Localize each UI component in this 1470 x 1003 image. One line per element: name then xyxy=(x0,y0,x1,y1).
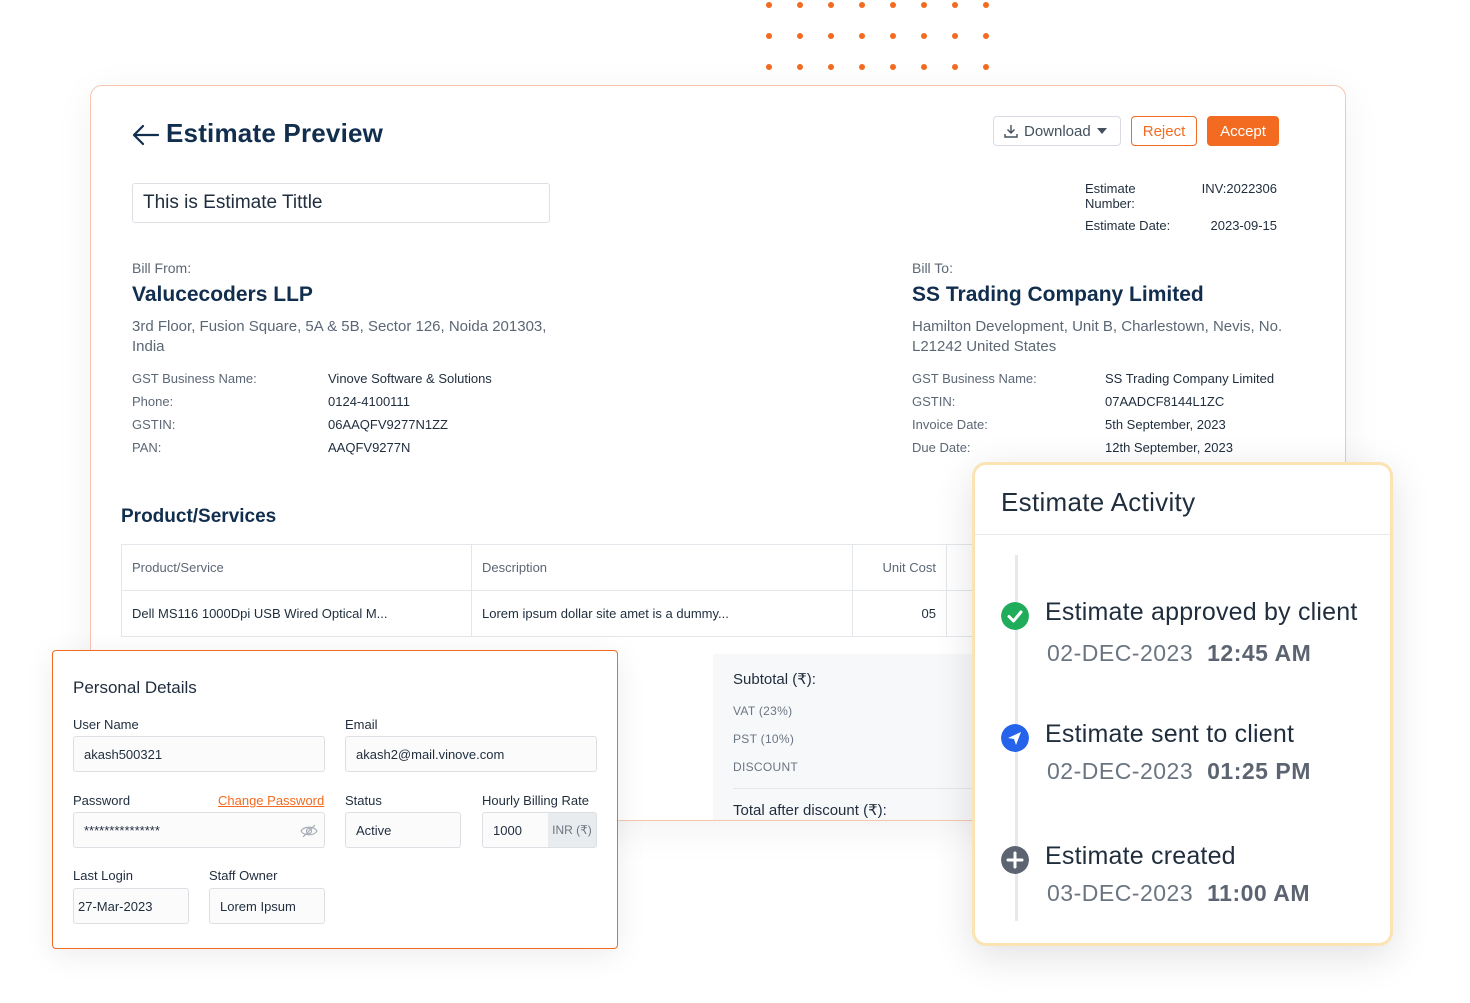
activity-time: 01:25 PM xyxy=(1207,758,1311,784)
estimate-meta: Estimate Number: INV:2022306 Estimate Da… xyxy=(1085,181,1277,240)
estimate-number-label: Estimate Number: xyxy=(1085,181,1136,211)
activity-text: Estimate approved by client xyxy=(1045,598,1358,626)
estimate-activity-card: Estimate Activity Estimate approved by c… xyxy=(972,462,1393,946)
activity-date-value: 02-DEC-2023 xyxy=(1047,640,1194,666)
personal-details-card: Personal Details User Name akash500321 E… xyxy=(52,650,618,949)
total-after-discount-label: Total after discount (₹): xyxy=(733,788,973,819)
staff-owner-field[interactable]: Lorem Ipsum xyxy=(209,888,325,924)
decorative-dot-grid xyxy=(762,0,1002,76)
detail-key: GSTIN: xyxy=(912,394,956,409)
detail-value: SS Trading Company Limited xyxy=(1105,371,1275,386)
bill-to-details: GST Business Name: SS Trading Company Li… xyxy=(912,371,1284,455)
activity-time: 12:45 AM xyxy=(1207,640,1312,666)
currency-addon: INR (₹) xyxy=(548,813,596,847)
password-field[interactable]: *************** xyxy=(73,812,325,848)
last-login-field[interactable]: 27-Mar-2023 xyxy=(73,888,189,924)
email-label: Email xyxy=(345,717,378,732)
estimate-title-field[interactable]: This is Estimate Tittle xyxy=(132,183,550,223)
detail-value: Vinove Software & Solutions xyxy=(328,371,492,386)
detail-key: Due Date: xyxy=(912,440,971,455)
activity-time: 11:00 AM xyxy=(1207,880,1311,906)
table-cell: 05 xyxy=(852,590,947,637)
download-button[interactable]: Download xyxy=(993,116,1121,146)
bill-from-company: Valucecoders LLP xyxy=(132,283,313,306)
detail-value: 0124-4100111 xyxy=(328,394,410,409)
hourly-rate-label: Hourly Billing Rate xyxy=(482,793,589,808)
detail-value: 07AADCF8144L1ZC xyxy=(1105,394,1225,409)
password-label: Password xyxy=(73,793,131,808)
download-label: Download xyxy=(1024,122,1091,140)
back-arrow-icon[interactable] xyxy=(131,120,161,150)
detail-value: 5th September, 2023 xyxy=(1105,417,1226,432)
vat-label: VAT (23%) xyxy=(733,704,793,718)
bill-from-section: Bill From: Valucecoders LLP 3rd Floor, F… xyxy=(132,260,552,455)
table-cell: Dell MS116 1000Dpi USB Wired Optical M..… xyxy=(121,590,472,637)
bill-from-address: 3rd Floor, Fusion Square, 5A & 5B, Secto… xyxy=(132,318,547,355)
password-value: *************** xyxy=(84,822,160,838)
bill-to-section: Bill To: SS Trading Company Limited Hami… xyxy=(912,260,1284,455)
products-table: Product/Service Description Unit Cost De… xyxy=(121,544,1021,637)
table-header-row: Product/Service Description Unit Cost xyxy=(121,544,1021,591)
email-field[interactable]: akash2@mail.vinove.com xyxy=(345,736,597,772)
accept-button[interactable]: Accept xyxy=(1207,116,1279,146)
hourly-rate-value: 1000 xyxy=(493,822,522,838)
products-section-title: Product/Services xyxy=(121,506,277,527)
activity-text: Estimate created xyxy=(1045,842,1236,870)
reject-button[interactable]: Reject xyxy=(1131,116,1197,146)
username-label: User Name xyxy=(73,717,139,732)
check-circle-icon xyxy=(1001,602,1029,630)
bill-from-label: Bill From: xyxy=(132,260,192,276)
personal-details-title: Personal Details xyxy=(73,678,197,697)
column-header: Product/Service xyxy=(121,544,472,591)
subtotal-label: Subtotal (₹): xyxy=(733,671,816,688)
detail-key: Invoice Date: xyxy=(912,417,988,432)
caret-down-icon xyxy=(1096,128,1107,134)
detail-value: 12th September, 2023 xyxy=(1105,440,1233,455)
activity-date: 02-DEC-2023 01:25 PM xyxy=(1047,758,1311,785)
table-cell: Lorem ipsum dollar site amet is a dummy.… xyxy=(471,590,853,637)
bill-to-label: Bill To: xyxy=(912,260,953,276)
activity-text: Estimate sent to client xyxy=(1045,720,1295,748)
send-icon xyxy=(1001,724,1029,752)
detail-value: AAQFV9277N xyxy=(328,440,411,455)
page-title: Estimate Preview xyxy=(166,118,384,148)
bill-from-details: GST Business Name: Vinove Software & Sol… xyxy=(132,371,552,455)
detail-key: GST Business Name: xyxy=(912,371,1037,386)
detail-key: Phone: xyxy=(132,394,174,409)
hourly-rate-field[interactable]: 1000 INR (₹) xyxy=(482,812,597,848)
status-field[interactable]: Active xyxy=(345,812,461,848)
detail-key: GSTIN: xyxy=(132,417,176,432)
detail-value: 06AAQFV9277N1ZZ xyxy=(328,417,448,432)
estimate-number-value: INV:2022306 xyxy=(1201,181,1277,196)
plus-circle-icon xyxy=(1001,846,1029,874)
activity-date: 03-DEC-2023 11:00 AM xyxy=(1047,880,1310,907)
discount-label: DISCOUNT xyxy=(733,760,799,774)
column-header: Description xyxy=(471,544,853,591)
staff-owner-label: Staff Owner xyxy=(209,868,278,883)
estimate-date-value: 2023-09-15 xyxy=(1210,218,1278,233)
bill-to-company: SS Trading Company Limited xyxy=(912,283,1204,306)
table-row[interactable]: Dell MS116 1000Dpi USB Wired Optical M..… xyxy=(121,590,1021,637)
change-password-link[interactable]: Change Password xyxy=(218,793,324,808)
detail-key: GST Business Name: xyxy=(132,371,257,386)
activity-date-value: 02-DEC-2023 xyxy=(1047,758,1194,784)
activity-date-value: 03-DEC-2023 xyxy=(1047,880,1194,906)
totals-panel: Subtotal (₹): VAT (23%) PST (10%) DISCOU… xyxy=(713,654,993,820)
column-header: Unit Cost xyxy=(852,544,947,591)
header: Estimate Preview Download Reject Accept xyxy=(131,116,1279,156)
pst-label: PST (10%) xyxy=(733,732,795,746)
activity-title: Estimate Activity xyxy=(975,465,1390,535)
detail-key: PAN: xyxy=(132,440,162,455)
download-icon xyxy=(1004,125,1018,138)
bill-to-address: Hamilton Development, Unit B, Charlestow… xyxy=(912,318,1283,355)
last-login-label: Last Login xyxy=(73,868,133,883)
username-field[interactable]: akash500321 xyxy=(73,736,325,772)
activity-date: 02-DEC-2023 12:45 AM xyxy=(1047,640,1311,667)
eye-icon[interactable] xyxy=(300,822,318,840)
estimate-date-label: Estimate Date: xyxy=(1085,218,1171,233)
header-actions: Download Reject Accept xyxy=(993,116,1279,146)
status-label: Status xyxy=(345,793,382,808)
